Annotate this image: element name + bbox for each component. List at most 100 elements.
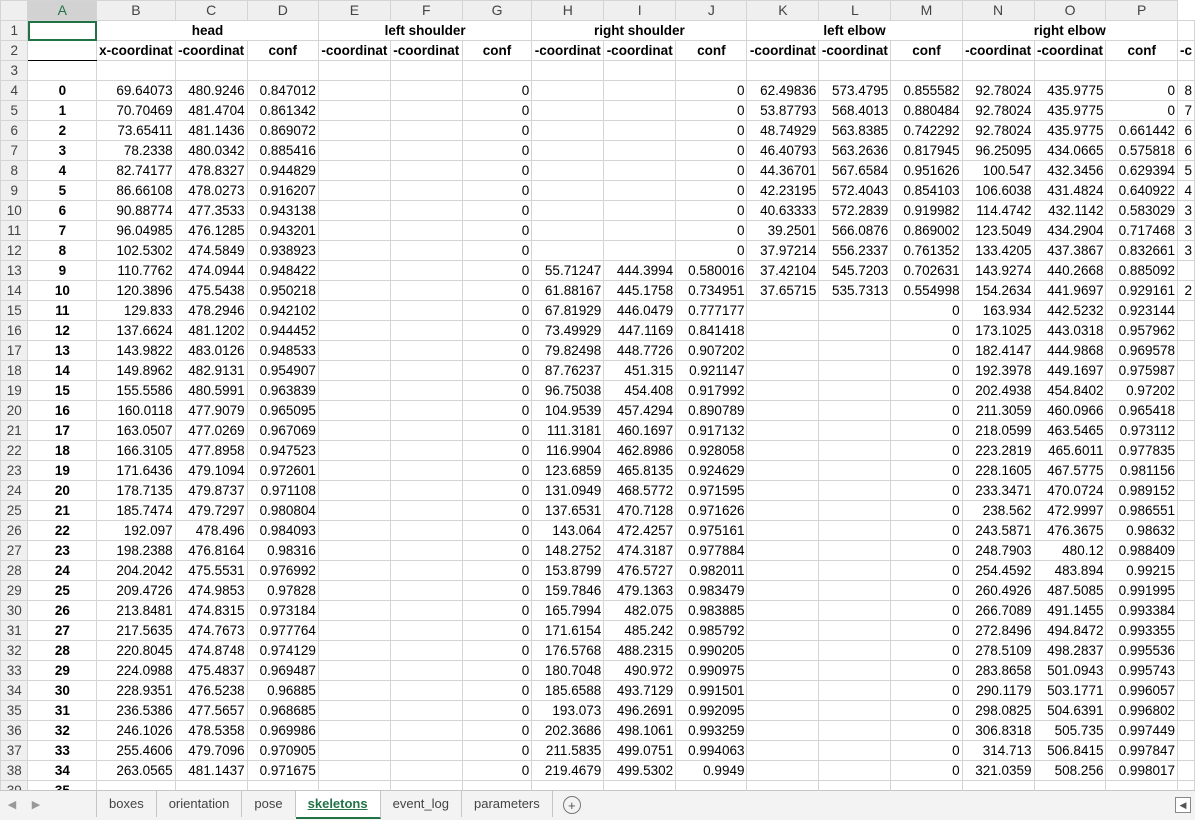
data-cell[interactable]: 0.986551 [1105,500,1178,521]
data-cell[interactable]: 0 [461,400,533,421]
data-cell[interactable]: 163.0507 [96,420,176,441]
data-cell[interactable] [317,600,391,621]
data-cell[interactable]: 478.0273 [174,180,248,201]
data-cell[interactable]: 159.7846 [531,580,605,601]
data-cell[interactable] [1176,460,1195,481]
index-cell[interactable]: 13 [27,340,98,361]
data-cell[interactable] [96,780,176,790]
data-cell[interactable] [531,180,605,201]
index-cell[interactable]: 33 [27,740,98,761]
data-cell[interactable]: 481.1437 [174,760,248,781]
data-cell[interactable] [389,480,463,501]
data-cell[interactable]: 0 [461,280,533,301]
data-cell[interactable] [746,520,820,541]
data-cell[interactable] [1176,300,1195,321]
data-cell[interactable]: 0.97202 [1105,380,1178,401]
data-cell[interactable]: 479.1363 [603,580,677,601]
data-cell[interactable] [389,540,463,561]
data-cell[interactable]: 0 [461,180,533,201]
data-cell[interactable]: 475.5438 [174,280,248,301]
data-cell[interactable]: 0 [461,720,533,741]
data-cell[interactable]: 0.869072 [246,120,319,141]
data-cell[interactable]: 0 [890,300,963,321]
data-cell[interactable]: 493.7129 [603,680,677,701]
data-cell[interactable] [818,740,892,761]
data-cell[interactable] [389,360,463,381]
data-cell[interactable]: 0 [890,740,963,761]
data-cell[interactable] [317,520,391,541]
data-cell[interactable] [389,260,463,281]
data-cell[interactable]: 0.98632 [1105,520,1178,541]
data-cell[interactable] [317,420,391,441]
data-cell[interactable] [603,140,677,161]
subheader-cell[interactable]: x-coordinat [96,40,176,61]
data-cell[interactable] [1176,620,1195,641]
data-cell[interactable] [389,240,463,261]
row-header[interactable]: 29 [0,580,29,601]
data-cell[interactable]: 0.923144 [1105,300,1178,321]
data-cell[interactable]: 0.995743 [1105,660,1178,681]
data-cell[interactable]: 481.1436 [174,120,248,141]
data-cell[interactable]: 290.1179 [961,680,1035,701]
data-cell[interactable]: 143.064 [531,520,605,541]
data-cell[interactable]: 143.9274 [961,260,1035,281]
data-cell[interactable]: 0.982011 [675,560,748,581]
data-cell[interactable]: 228.9351 [96,680,176,701]
data-cell[interactable]: 0 [890,500,963,521]
data-cell[interactable]: 0 [461,380,533,401]
row-header[interactable]: 9 [0,180,29,201]
data-cell[interactable]: 0.554998 [890,280,963,301]
data-cell[interactable]: 0 [890,520,963,541]
data-cell[interactable] [531,80,605,101]
data-cell[interactable]: 255.4606 [96,740,176,761]
data-cell[interactable]: 566.0876 [818,220,892,241]
data-cell[interactable] [317,100,391,121]
data-cell[interactable]: 37.97214 [746,240,820,261]
more-sheets-button[interactable] [48,791,96,817]
data-cell[interactable] [746,740,820,761]
data-cell[interactable] [746,500,820,521]
data-cell[interactable] [746,460,820,481]
data-cell[interactable]: 0.928058 [675,440,748,461]
data-cell[interactable] [675,780,748,790]
data-cell[interactable]: 462.8986 [603,440,677,461]
data-cell[interactable]: 503.1771 [1033,680,1107,701]
data-cell[interactable]: 478.2946 [174,300,248,321]
data-cell[interactable]: 0 [675,160,748,181]
data-cell[interactable]: 6 [1176,140,1195,161]
data-cell[interactable]: 0.99215 [1105,560,1178,581]
data-cell[interactable]: 0.702631 [890,260,963,281]
data-cell[interactable]: 70.70469 [96,100,176,121]
data-cell[interactable] [603,100,677,121]
data-cell[interactable]: 178.7135 [96,480,176,501]
subheader-cell[interactable]: -coordinat [818,40,892,61]
data-cell[interactable]: 78.2338 [96,140,176,161]
data-cell[interactable]: 443.0318 [1033,320,1107,341]
data-cell[interactable]: 46.40793 [746,140,820,161]
data-cell[interactable]: 0.988409 [1105,540,1178,561]
data-cell[interactable]: 0.777177 [675,300,748,321]
data-cell[interactable] [1176,520,1195,541]
data-cell[interactable] [317,140,391,161]
data-cell[interactable] [317,200,391,221]
empty-cell[interactable] [317,60,391,81]
data-cell[interactable]: 0 [890,380,963,401]
row-header[interactable]: 35 [0,700,29,721]
data-cell[interactable]: 474.8748 [174,640,248,661]
data-cell[interactable] [1105,780,1178,790]
data-cell[interactable]: 0.954907 [246,360,319,381]
data-cell[interactable] [389,640,463,661]
data-cell[interactable]: 0.919982 [890,200,963,221]
data-cell[interactable]: 481.1202 [174,320,248,341]
row-header[interactable]: 21 [0,420,29,441]
data-cell[interactable] [317,400,391,421]
data-cell[interactable]: 478.496 [174,520,248,541]
subheader-cell[interactable]: -coordinat [531,40,605,61]
data-cell[interactable]: 0 [461,80,533,101]
data-cell[interactable]: 37.42104 [746,260,820,281]
row-header[interactable]: 23 [0,460,29,481]
data-cell[interactable]: 0.983479 [675,580,748,601]
data-cell[interactable]: 454.408 [603,380,677,401]
subheader-cell[interactable]: -coordinat [1033,40,1107,61]
data-cell[interactable] [1176,340,1195,361]
